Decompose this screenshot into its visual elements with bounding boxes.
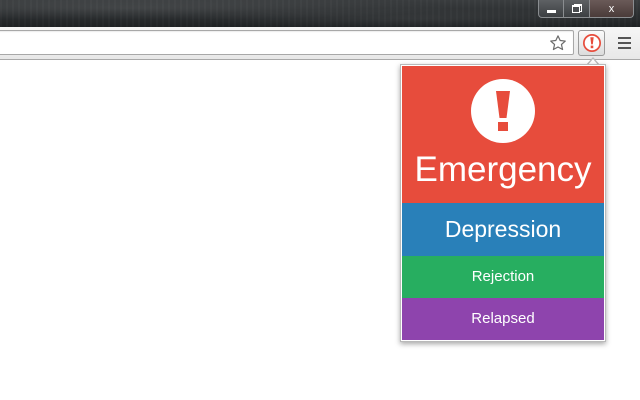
exclamation-icon bbox=[496, 91, 510, 131]
emergency-button[interactable]: Emergency bbox=[402, 66, 604, 203]
exclamation-icon bbox=[582, 34, 601, 52]
hamburger-menu-icon bbox=[617, 37, 631, 49]
alert-circle bbox=[471, 79, 535, 143]
extension-button[interactable] bbox=[578, 30, 605, 56]
rejection-button[interactable]: Rejection bbox=[402, 256, 604, 298]
restore-button[interactable] bbox=[564, 0, 590, 18]
browser-menu-button[interactable] bbox=[612, 30, 636, 56]
relapsed-button[interactable]: Relapsed bbox=[402, 298, 604, 340]
close-icon: x bbox=[608, 2, 615, 15]
extension-popup: Emergency Depression Rejection Relapsed bbox=[400, 64, 606, 342]
emergency-label: Emergency bbox=[414, 150, 592, 189]
close-button[interactable]: x bbox=[590, 0, 634, 18]
depression-button[interactable]: Depression bbox=[402, 203, 604, 256]
restore-icon bbox=[571, 4, 582, 13]
address-input[interactable] bbox=[5, 33, 539, 54]
browser-toolbar bbox=[0, 27, 640, 60]
window-controls: x bbox=[538, 0, 634, 18]
minimize-button[interactable] bbox=[538, 0, 564, 18]
bookmark-star-icon[interactable] bbox=[547, 32, 569, 54]
window-titlebar: x bbox=[0, 0, 640, 27]
star-icon bbox=[550, 35, 566, 51]
minimize-icon bbox=[546, 10, 556, 13]
address-bar[interactable] bbox=[0, 30, 574, 55]
